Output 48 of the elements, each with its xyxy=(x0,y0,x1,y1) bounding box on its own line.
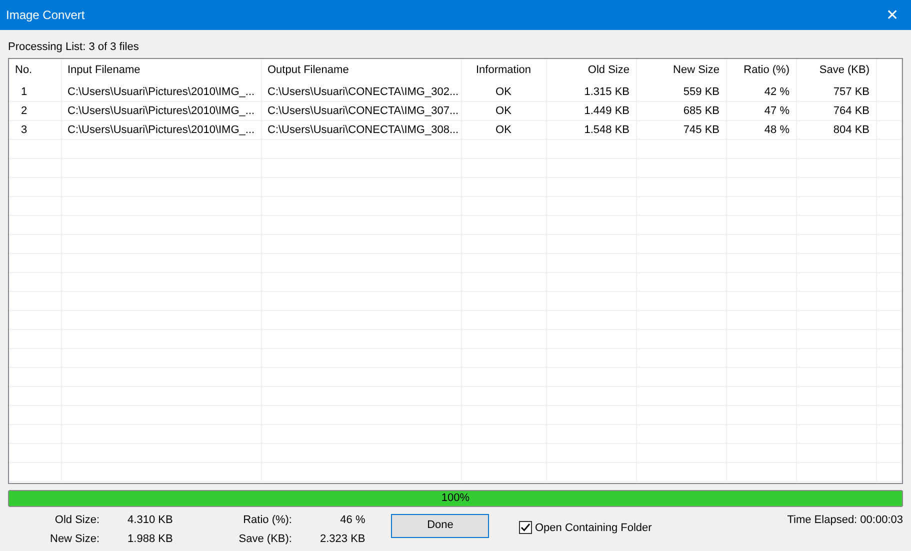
summary-label: Save (KB): xyxy=(238,532,292,547)
summary-value: 2.323 KB xyxy=(320,532,366,547)
table-cell: C:\Users\Usuari\CONECTA\IMG_307... xyxy=(261,102,461,120)
column-header: Ratio (%) xyxy=(726,58,796,82)
table-cell: C:\Users\Usuari\Pictures\2010\IMG_... xyxy=(61,82,261,102)
processing-list-label: Processing List: 3 of 3 files xyxy=(8,40,139,55)
table-cell: 1.449 KB xyxy=(546,102,636,120)
table-cell: C:\Users\Usuari\CONECTA\IMG_302... xyxy=(261,82,461,102)
table-cell: C:\Users\Usuari\CONECTA\IMG_308... xyxy=(261,120,461,140)
table-cell: 47 % xyxy=(726,102,796,120)
time-elapsed: Time Elapsed: 00:00:03 xyxy=(787,512,903,528)
summary-label: Old Size: xyxy=(54,512,100,528)
column-header: New Size xyxy=(636,58,726,82)
table-cell: 757 KB xyxy=(796,82,876,102)
table-cell: 764 KB xyxy=(796,102,876,120)
summary-value: 4.310 KB xyxy=(128,512,173,528)
table-cell: 42 % xyxy=(726,82,796,102)
summary-label: New Size: xyxy=(50,532,100,547)
table-cell: 559 KB xyxy=(636,82,726,102)
open-folder-checkbox[interactable] xyxy=(519,521,532,534)
column-header: Information xyxy=(461,58,546,82)
done-button[interactable]: Done xyxy=(391,514,490,538)
close-button[interactable]: ✕ xyxy=(880,8,905,22)
table-cell: C:\Users\Usuari\Pictures\2010\IMG_... xyxy=(61,102,261,120)
progress-text: 100% xyxy=(441,490,470,506)
table-cell: 804 KB xyxy=(796,120,876,140)
column-header: No. xyxy=(9,58,61,82)
table-cell: 1 xyxy=(9,82,61,102)
table-cell: 745 KB xyxy=(636,120,726,140)
column-header: Save (KB) xyxy=(796,58,876,82)
column-header: Output Filename xyxy=(261,58,461,82)
window-title: Image Convert xyxy=(6,7,85,24)
table-cell: 3 xyxy=(9,120,61,140)
open-folder-label[interactable]: Open Containing Folder xyxy=(535,520,652,536)
table-cell: 685 KB xyxy=(636,102,726,120)
column-header: Old Size xyxy=(546,58,636,82)
table-cell: 48 % xyxy=(726,120,796,140)
table-cell: 2 xyxy=(9,102,61,120)
table-cell: OK xyxy=(461,120,546,140)
summary-value: 1.988 KB xyxy=(128,532,173,547)
table-cell: 1.315 KB xyxy=(546,82,636,102)
table-cell: OK xyxy=(461,102,546,120)
column-header: Input Filename xyxy=(61,58,261,82)
summary-value: 46 % xyxy=(339,512,366,528)
table-cell: C:\Users\Usuari\Pictures\2010\IMG_... xyxy=(61,120,261,140)
table-cell: 1.548 KB xyxy=(546,120,636,140)
summary-label: Ratio (%): xyxy=(242,512,292,528)
table-cell: OK xyxy=(461,82,546,102)
